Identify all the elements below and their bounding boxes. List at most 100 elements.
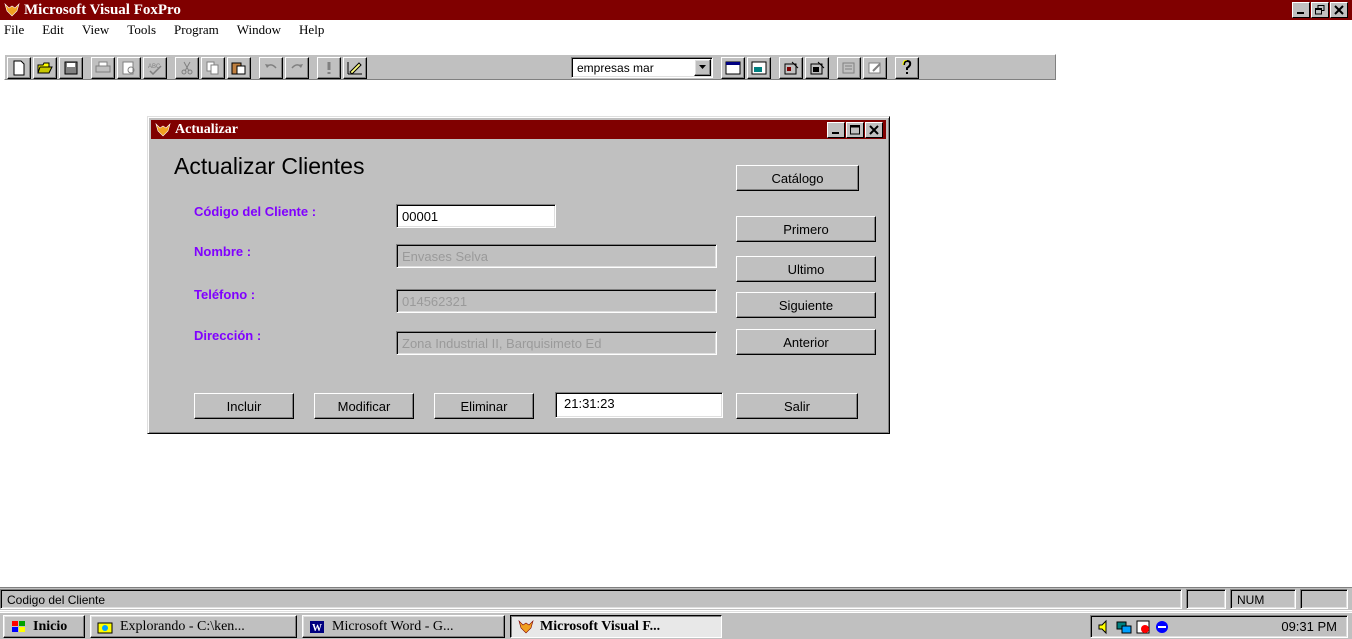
chevron-down-icon [698,65,706,69]
minimize-button[interactable] [1292,2,1310,18]
taskbar-item-word[interactable]: W Microsoft Word - G... [302,615,505,638]
autoreport-icon [868,62,881,74]
foxpro-icon [155,123,171,137]
maximize-icon [850,125,860,135]
network-icon[interactable] [1116,619,1132,635]
menu-program[interactable]: Program [174,22,219,38]
form-heading: Actualizar Clientes [174,153,365,179]
form-close-button[interactable] [865,122,883,138]
undo-button[interactable] [259,57,283,79]
open-button[interactable] [33,57,57,79]
command-window-button[interactable] [721,57,745,79]
taskbar-clock[interactable]: 09:31 PM [1281,619,1337,634]
anterior-button[interactable]: Anterior [736,329,876,355]
open-folder-icon [37,62,53,74]
start-label: Inicio [33,618,68,634]
menu-tools[interactable]: Tools [127,22,156,38]
app-titlebar[interactable]: Microsoft Visual FoxPro [0,0,1352,20]
print-preview-button[interactable] [117,57,141,79]
app-title: Microsoft Visual FoxPro [24,2,181,18]
direccion-field: Zona Industrial II, Barquisimeto Ed [396,331,717,355]
run-exclamation-icon [327,62,331,74]
form-titlebar[interactable]: Actualizar [151,120,886,139]
view-window-button[interactable] [747,57,771,79]
close-icon [869,125,879,135]
siguiente-button[interactable]: Siguiente [736,292,876,318]
nombre-label: Nombre : [194,244,252,259]
minimize-icon [832,132,839,134]
system-tray: 09:31 PM [1090,615,1348,638]
copy-icon [206,61,219,75]
menu-help[interactable]: Help [299,22,324,38]
primero-button[interactable]: Primero [736,216,876,242]
taskbar: Inicio Explorando - C:\ken... W Microsof… [0,611,1352,639]
foxpro-icon [4,3,20,17]
new-button[interactable] [7,57,31,79]
print-button[interactable] [91,57,115,79]
form-maximize-button[interactable] [846,122,864,138]
cut-button[interactable] [175,57,199,79]
status-message: Codigo del Cliente [0,589,1182,609]
redo-button[interactable] [285,57,309,79]
svg-text:W: W [312,623,322,634]
help-button[interactable] [895,57,919,79]
form-title: Actualizar [175,122,238,137]
telefono-label: Teléfono : [194,287,256,302]
run-button[interactable] [317,57,341,79]
spelling-icon: ABC [148,64,162,75]
new-file-icon [13,60,25,76]
word-icon: W [310,620,324,634]
actualizar-form-window: Actualizar Actualizar Clientes Código de… [147,116,890,434]
num-lock-indicator: NUM [1230,589,1296,609]
close-button[interactable] [1330,2,1348,18]
paste-clipboard-icon [231,62,246,75]
combo-dropdown-button[interactable] [694,59,711,76]
autoform-icon [842,62,855,74]
spelling-button[interactable]: ABC [143,57,167,79]
restore-icon [1315,5,1325,15]
speaker-icon[interactable] [1097,619,1113,635]
menu-window[interactable]: Window [237,22,281,38]
windows-logo-icon [12,620,25,632]
paste-button[interactable] [227,57,251,79]
print-icon [95,61,111,73]
autoreport-button[interactable] [863,57,887,79]
command-window-icon [725,61,741,75]
incluir-button[interactable]: Incluir [194,393,294,419]
taskbar-item-label: Microsoft Word - G... [332,618,454,634]
taskbar-item-explorer[interactable]: Explorando - C:\ken... [90,615,297,638]
copy-button[interactable] [201,57,225,79]
menu-view[interactable]: View [82,22,109,38]
form-wizard-button[interactable] [779,57,803,79]
taskbar-item-label: Microsoft Visual F... [540,618,661,634]
database-combo[interactable]: empresas mar [571,57,713,78]
catalogo-button[interactable]: Catálogo [736,165,859,191]
database-combo-value: empresas mar [577,61,654,75]
scheduler-icon[interactable] [1135,619,1151,635]
taskbar-item-foxpro[interactable]: Microsoft Visual F... [510,615,722,638]
report-wizard-button[interactable] [805,57,829,79]
scissors-icon [181,61,193,75]
status-bar: Codigo del Cliente NUM [0,587,1352,610]
modificar-button[interactable]: Modificar [314,393,414,419]
print-preview-icon [122,61,135,75]
salir-button[interactable]: Salir [736,393,858,419]
clock-display: 21:31:23 [555,392,723,418]
form-minimize-button[interactable] [827,122,845,138]
nombre-field: Envases Selva [396,244,717,268]
modify-form-button[interactable] [343,57,367,79]
ultimo-button[interactable]: Ultimo [736,256,876,282]
toolbar: ABC empresas mar [0,40,1352,80]
codigo-field[interactable]: 00001 [396,204,556,228]
menu-file[interactable]: File [4,22,24,38]
restore-button[interactable] [1311,2,1329,18]
eliminar-button[interactable]: Eliminar [434,393,534,419]
connection-icon[interactable] [1154,619,1170,635]
menu-edit[interactable]: Edit [42,22,64,38]
taskbar-item-label: Explorando - C:\ken... [120,618,245,634]
undo-icon [265,64,277,69]
save-button[interactable] [59,57,83,79]
autoform-button[interactable] [837,57,861,79]
start-button[interactable]: Inicio [3,615,85,638]
close-icon [1334,5,1344,15]
